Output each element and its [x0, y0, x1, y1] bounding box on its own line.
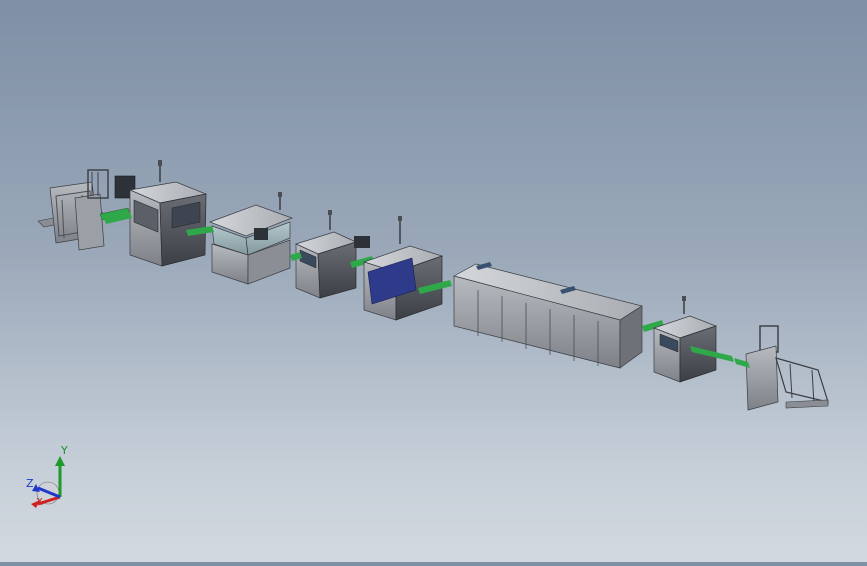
axis-label-y: Y: [61, 444, 68, 457]
reflow-oven[interactable]: [453, 262, 664, 369]
pick-and-place-2[interactable]: [354, 216, 452, 321]
axis-label-x: X: [36, 497, 43, 508]
pick-and-place-1[interactable]: [290, 210, 374, 299]
unloader-right[interactable]: [734, 325, 829, 411]
cad-3d-viewport[interactable]: [0, 0, 867, 562]
aoi-machine[interactable]: [652, 296, 734, 383]
axis-label-z: Z: [26, 477, 34, 490]
